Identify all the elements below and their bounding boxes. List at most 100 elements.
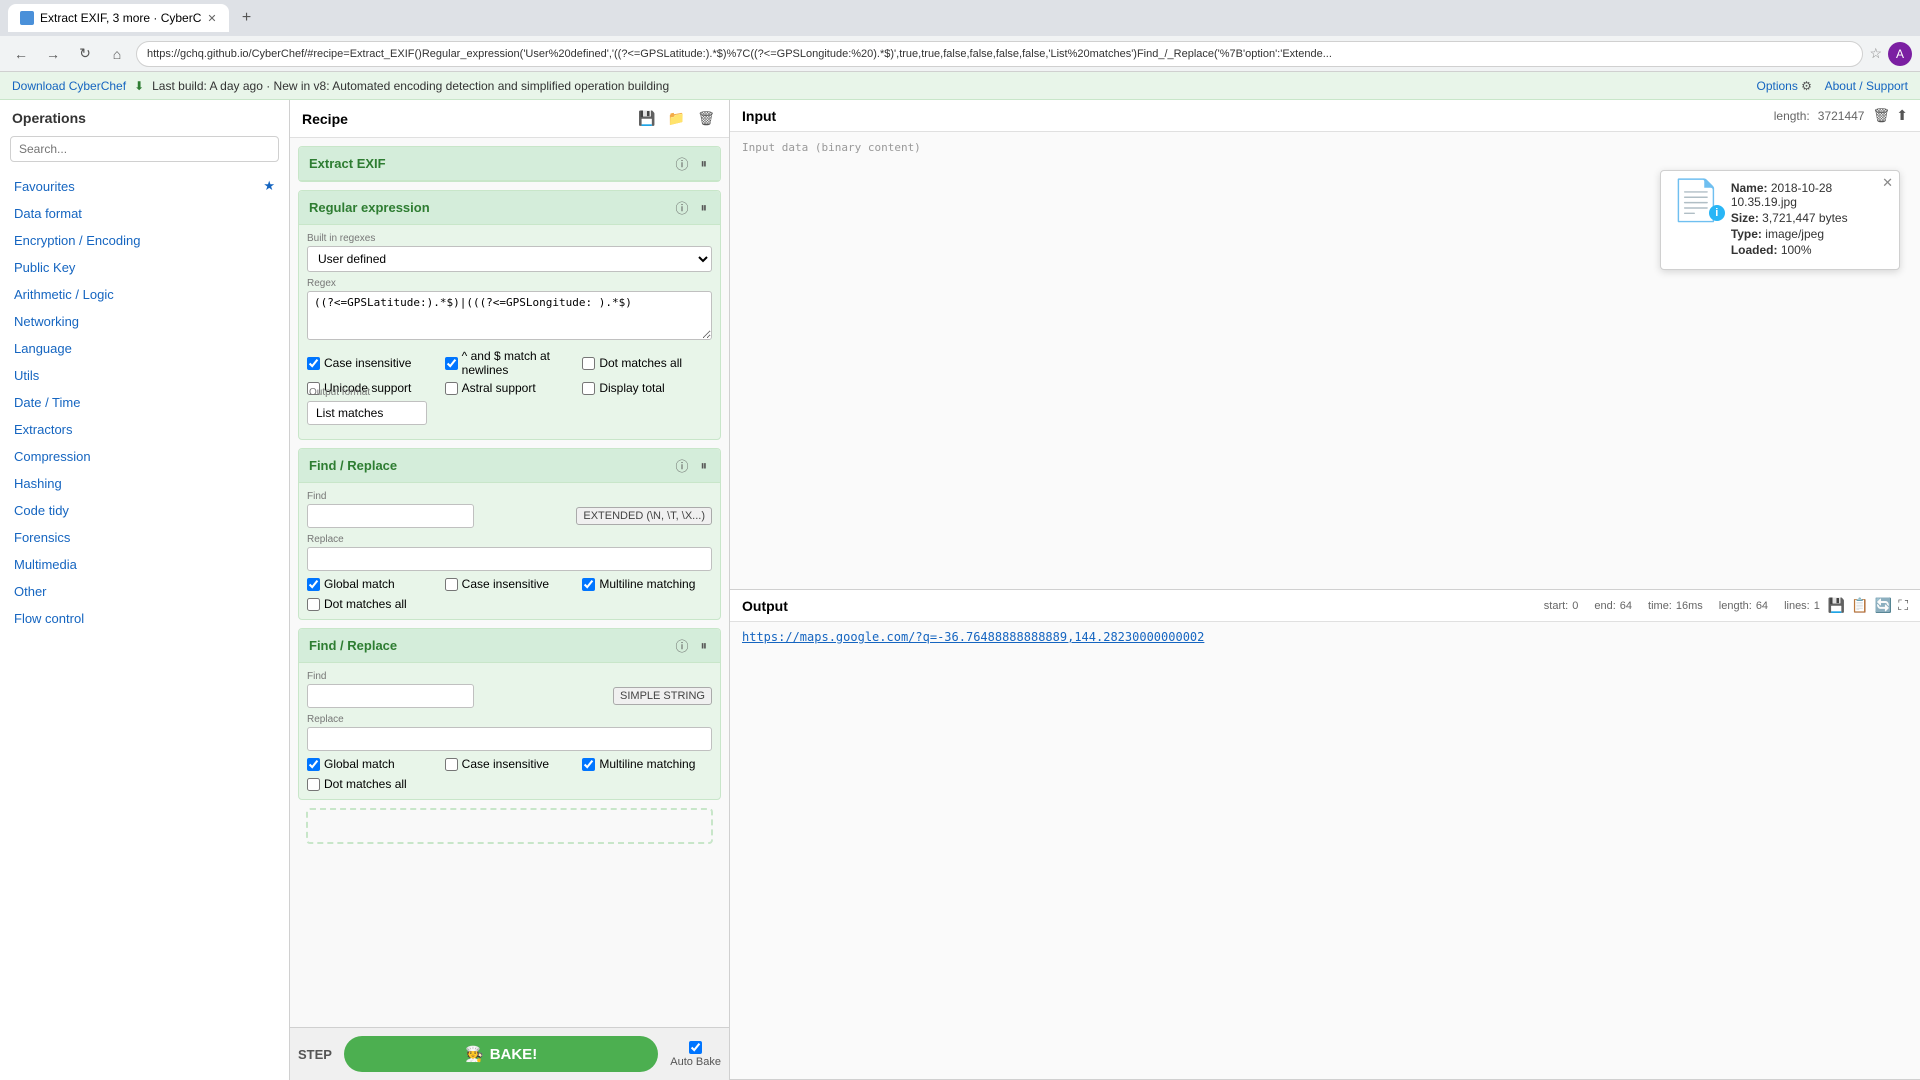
back-btn[interactable]: ← — [8, 41, 34, 67]
case-insensitive-checkbox-row[interactable]: Case insensitive — [307, 349, 437, 377]
dot-all-2-row[interactable]: Dot matches all — [307, 777, 712, 791]
find-replace-1-info-btn[interactable]: ⓘ — [672, 455, 691, 476]
file-name-label: Name: — [1731, 181, 1768, 195]
replace-1-input[interactable]: , — [307, 547, 712, 571]
input-clear-btn[interactable]: 🗑 — [1872, 107, 1890, 124]
forward-btn[interactable]: → — [40, 41, 66, 67]
caret-dollar-checkbox[interactable] — [445, 357, 458, 370]
find-1-type-btn[interactable]: EXTENDED (\N, \T, \X...) — [576, 507, 712, 525]
sidebar-item-utils[interactable]: Utils — [0, 362, 289, 389]
download-link[interactable]: Download CyberChef — [12, 79, 126, 93]
empty-drop-zone[interactable] — [306, 808, 713, 844]
sidebar-item-favourites[interactable]: Favourites ★ — [0, 172, 289, 200]
dot-all-2-checkbox[interactable] — [307, 778, 320, 791]
output-title: Output — [742, 598, 788, 614]
sidebar-item-label: Hashing — [14, 476, 62, 491]
recipe-load-btn[interactable]: 📁 — [666, 108, 687, 129]
file-type-label: Type: — [1731, 227, 1762, 241]
regular-expression-header: Regular expression ⓘ ⏸ — [299, 191, 720, 225]
auto-bake-checkbox[interactable] — [689, 1041, 702, 1054]
find-2-type-btn[interactable]: SIMPLE STRING — [613, 687, 712, 705]
regex-info-btn[interactable]: ⓘ — [672, 197, 691, 218]
caret-dollar-checkbox-row[interactable]: ^ and $ match at newlines — [445, 349, 575, 377]
sidebar-item-language[interactable]: Language — [0, 335, 289, 362]
output-copy-btn[interactable]: 📋 — [1851, 597, 1868, 614]
bookmark-btn[interactable]: ☆ — [1869, 45, 1882, 62]
sidebar-item-public-key[interactable]: Public Key — [0, 254, 289, 281]
address-bar[interactable] — [136, 41, 1863, 67]
find-replace-1-toggle-btn[interactable]: ⏸ — [698, 457, 711, 475]
file-tooltip-close-btn[interactable]: ✕ — [1882, 175, 1893, 191]
case-insensitive-checkbox[interactable] — [307, 357, 320, 370]
recipe-save-btn[interactable]: 💾 — [636, 108, 657, 129]
bake-button[interactable]: 🧑‍🍳 BAKE! — [344, 1036, 658, 1072]
extract-exif-header: Extract EXIF ⓘ ⏸ — [299, 147, 720, 181]
extract-exif-card: Extract EXIF ⓘ ⏸ — [298, 146, 721, 182]
dot-all-1-checkbox[interactable] — [307, 598, 320, 611]
global-match-1-row[interactable]: Global match — [307, 577, 437, 591]
home-btn[interactable]: ⌂ — [104, 41, 130, 67]
multiline-1-row[interactable]: Multiline matching — [582, 577, 712, 591]
global-match-2-row[interactable]: Global match — [307, 757, 437, 771]
file-icon-wrap: 📄 i — [1671, 181, 1721, 221]
find-replace-1-options: Global match Case insensitive Multiline … — [307, 577, 712, 591]
dot-all-checkbox[interactable] — [582, 357, 595, 370]
sidebar-item-encryption-encoding[interactable]: Encryption / Encoding — [0, 227, 289, 254]
find-2-input[interactable] — [307, 684, 474, 708]
sidebar-item-hashing[interactable]: Hashing — [0, 470, 289, 497]
sidebar-item-extractors[interactable]: Extractors — [0, 416, 289, 443]
multiline-2-checkbox[interactable] — [582, 758, 595, 771]
sidebar-item-flow-control[interactable]: Flow control — [0, 605, 289, 632]
output-expand-btn[interactable]: ⛶ — [1898, 597, 1908, 614]
output-link[interactable]: https://maps.google.com/?q=-36.764888888… — [742, 630, 1204, 644]
sidebar-item-networking[interactable]: Networking — [0, 308, 289, 335]
find-replace-2-info-btn[interactable]: ⓘ — [672, 635, 691, 656]
active-tab[interactable]: Extract EXIF, 3 more · CyberC ✕ — [8, 4, 229, 32]
input-upload-btn[interactable]: ⬆ — [1896, 107, 1908, 124]
global-match-1-checkbox[interactable] — [307, 578, 320, 591]
astral-support-checkbox[interactable] — [445, 382, 458, 395]
extract-exif-info-btn[interactable]: ⓘ — [672, 153, 691, 174]
sidebar-item-code-tidy[interactable]: Code tidy — [0, 497, 289, 524]
sidebar-item-arithmetic-logic[interactable]: Arithmetic / Logic — [0, 281, 289, 308]
options-link[interactable]: Options — [1756, 79, 1797, 93]
sidebar-item-multimedia[interactable]: Multimedia — [0, 551, 289, 578]
case-insensitive-2-checkbox[interactable] — [445, 758, 458, 771]
case-insensitive-1-label: Case insensitive — [462, 577, 549, 591]
find-1-input[interactable]: \n — [307, 504, 474, 528]
case-insensitive-1-row[interactable]: Case insensitive — [445, 577, 575, 591]
replace-2-input[interactable]: https://maps.google.com/?q= — [307, 727, 712, 751]
regex-input[interactable]: ((?<=GPSLatitude:).*$)|(((?<=GPSLongitud… — [307, 291, 712, 340]
case-insensitive-2-row[interactable]: Case insensitive — [445, 757, 575, 771]
find-replace-2-toggle-btn[interactable]: ⏸ — [698, 637, 711, 655]
new-tab-btn[interactable]: + — [235, 6, 259, 30]
output-refresh-btn[interactable]: 🔄 — [1875, 597, 1892, 614]
display-total-checkbox[interactable] — [582, 382, 595, 395]
recipe-clear-btn[interactable]: 🗑 — [695, 108, 717, 129]
tab-close-btn[interactable]: ✕ — [207, 12, 216, 25]
sidebar-item-forensics[interactable]: Forensics — [0, 524, 289, 551]
astral-support-checkbox-row[interactable]: Astral support — [445, 381, 575, 395]
reload-btn[interactable]: ↻ — [72, 41, 98, 67]
output-save-btn[interactable]: 💾 — [1828, 597, 1845, 614]
dot-all-1-row[interactable]: Dot matches all — [307, 597, 712, 611]
extract-exif-toggle-btn[interactable]: ⏸ — [698, 155, 711, 173]
dot-all-checkbox-row[interactable]: Dot matches all — [582, 349, 712, 377]
multiline-1-checkbox[interactable] — [582, 578, 595, 591]
display-total-checkbox-row[interactable]: Display total — [582, 381, 712, 395]
dot-all-2-wrap: Dot matches all — [307, 777, 712, 791]
sidebar-item-compression[interactable]: Compression — [0, 443, 289, 470]
built-in-regexes-select[interactable]: User defined — [307, 246, 712, 272]
file-name-row: Name: 2018-10-28 10.35.19.jpg — [1731, 181, 1889, 209]
search-input[interactable] — [10, 136, 279, 162]
sidebar-item-data-format[interactable]: Data format — [0, 200, 289, 227]
multiline-2-row[interactable]: Multiline matching — [582, 757, 712, 771]
case-insensitive-1-checkbox[interactable] — [445, 578, 458, 591]
regex-toggle-btn[interactable]: ⏸ — [698, 199, 711, 217]
nav-profile[interactable]: A — [1888, 42, 1912, 66]
sidebar-item-date-time[interactable]: Date / Time — [0, 389, 289, 416]
output-end: end: 64 — [1594, 600, 1632, 612]
about-link[interactable]: About / Support — [1825, 79, 1908, 93]
global-match-2-checkbox[interactable] — [307, 758, 320, 771]
sidebar-item-other[interactable]: Other — [0, 578, 289, 605]
